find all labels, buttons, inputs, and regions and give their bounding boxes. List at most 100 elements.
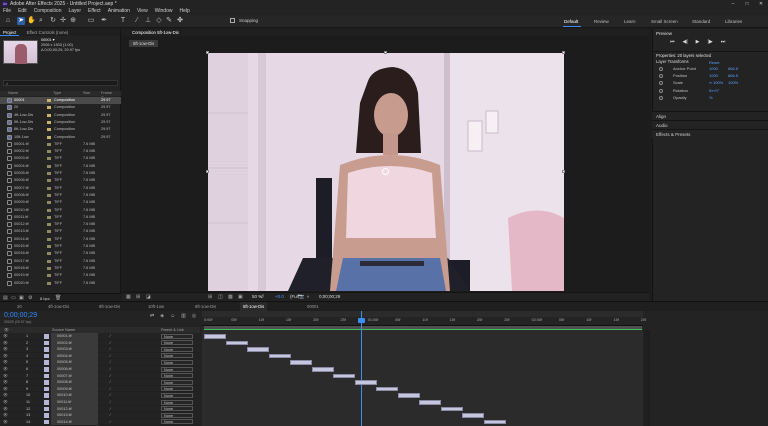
- camera-tool-icon[interactable]: ✢: [59, 17, 67, 25]
- layer-row[interactable]: 👁 9 00009.tif ⁄ None: [0, 385, 200, 393]
- layer-switches[interactable]: ⁄: [110, 373, 138, 380]
- layer-source-name[interactable]: 00002.tif: [51, 339, 98, 347]
- property-value[interactable]: 0x+0°: [709, 88, 719, 94]
- parent-select[interactable]: None: [161, 406, 193, 412]
- layer-source-name[interactable]: 00007.tif: [51, 372, 98, 380]
- roto-brush-tool-icon[interactable]: ✎: [165, 17, 173, 25]
- layer-switches[interactable]: ⁄: [110, 366, 138, 373]
- timeline-tab[interactable]: 20: [14, 302, 25, 311]
- project-item[interactable]: 00009.tif TIFF 7.6 MB: [0, 199, 121, 206]
- parent-select[interactable]: None: [161, 393, 193, 399]
- tab-composition[interactable]: Composition 5ft-1ow-Dis: [132, 30, 179, 35]
- tab-project[interactable]: Project: [0, 30, 20, 36]
- project-item[interactable]: 00002.tif TIFF 7.6 MB: [0, 148, 121, 155]
- col-type[interactable]: Type: [53, 91, 61, 96]
- layer-switches[interactable]: ⁄: [110, 412, 138, 419]
- col-name[interactable]: Name: [8, 91, 18, 96]
- layer-row[interactable]: 👁 11 00011.tif ⁄ None: [0, 399, 200, 406]
- project-item[interactable]: 4ft-1ow-Dis Composition 29.97: [0, 112, 121, 119]
- first-frame-icon[interactable]: ⏮: [670, 38, 675, 46]
- visibility-icon[interactable]: 👁: [3, 406, 8, 413]
- layer-label-color[interactable]: [44, 413, 49, 418]
- layer-source-name[interactable]: 00006.tif: [51, 366, 98, 373]
- property-value[interactable]: %: [709, 95, 713, 101]
- project-item[interactable]: 20 Composition 29.97: [0, 104, 121, 111]
- layer-row[interactable]: 👁 12 00012.tif ⁄ None: [0, 405, 200, 413]
- project-item[interactable]: 00007.tif TIFF 7.6 MB: [0, 185, 121, 192]
- property-value[interactable]: 666.5: [728, 66, 738, 72]
- grid-icon[interactable]: ⊞: [208, 294, 212, 300]
- project-item[interactable]: 00006.tif TIFF 7.6 MB: [0, 177, 121, 184]
- mask-icon[interactable]: ◫: [218, 294, 223, 300]
- selection-tool-icon[interactable]: ➤: [17, 17, 25, 25]
- reset-link[interactable]: Reset: [709, 60, 719, 65]
- layer-source-name[interactable]: 00001.tif: [51, 333, 98, 340]
- property-value[interactable]: ∞ 100%: [709, 80, 723, 86]
- visibility-icon[interactable]: 👁: [3, 346, 8, 353]
- project-item[interactable]: 00016.tif TIFF 7.6 MB: [0, 250, 121, 257]
- timeline-scrollbar[interactable]: [644, 330, 650, 426]
- layer-duration-bar[interactable]: [268, 353, 291, 359]
- align-section[interactable]: Align: [652, 111, 768, 120]
- layer-row[interactable]: 👁 13 00013.tif ⁄ None: [0, 412, 200, 419]
- eraser-tool-icon[interactable]: ◇: [155, 17, 163, 25]
- layer-label-color[interactable]: [44, 360, 49, 365]
- project-item[interactable]: 00018.tif TIFF 7.6 MB: [0, 265, 121, 272]
- parent-select[interactable]: None: [161, 379, 193, 385]
- menu-file[interactable]: File: [3, 8, 11, 15]
- layer-switches[interactable]: ⁄: [110, 386, 138, 393]
- project-item[interactable]: 00015.tif TIFF 7.6 MB: [0, 243, 121, 250]
- clone-stamp-tool-icon[interactable]: ⊥: [144, 17, 152, 25]
- layer-row[interactable]: 👁 5 00005.tif ⁄ None: [0, 359, 200, 366]
- last-frame-icon[interactable]: ⏭: [721, 38, 726, 46]
- parent-select[interactable]: None: [161, 346, 193, 352]
- label-color-tag[interactable]: [47, 179, 51, 183]
- visibility-icon[interactable]: 👁: [3, 412, 8, 419]
- project-item[interactable]: 00012.tif TIFF 7.6 MB: [0, 221, 121, 228]
- layer-label-color[interactable]: [44, 380, 49, 385]
- workspace-standard[interactable]: Standard: [692, 15, 710, 28]
- playhead-line[interactable]: [361, 311, 362, 426]
- layer-row[interactable]: 👁 10 00010.tif ⁄ None: [0, 392, 200, 399]
- label-color-tag[interactable]: [47, 245, 51, 248]
- composition-chip[interactable]: 5ft-1ow-Dis: [129, 40, 159, 47]
- parent-select[interactable]: None: [161, 333, 193, 339]
- col-size[interactable]: Size: [83, 91, 90, 96]
- label-color-tag[interactable]: [47, 259, 51, 263]
- snapshot-icon[interactable]: 📷: [298, 294, 304, 300]
- layer-duration-bar[interactable]: [419, 400, 441, 405]
- project-item[interactable]: 00017.tif TIFF 7.6 MB: [0, 258, 121, 265]
- layer-row[interactable]: 👁 14 00014.tif ⁄ None: [0, 418, 200, 426]
- exposure-value[interactable]: +0.0: [275, 294, 284, 299]
- stopwatch-icon[interactable]: [659, 67, 663, 71]
- project-search-input[interactable]: ⌕: [3, 80, 118, 86]
- layer-label-color[interactable]: [44, 393, 49, 398]
- audio-section[interactable]: Audio: [652, 120, 768, 129]
- layer-source-name[interactable]: 00008.tif: [51, 379, 98, 386]
- project-item[interactable]: 00005.tif TIFF 7.6 MB: [0, 170, 121, 177]
- visibility-icon[interactable]: 👁: [3, 333, 8, 340]
- project-item[interactable]: 00003.tif TIFF 7.6 MB: [0, 155, 121, 162]
- visibility-icon[interactable]: 👁: [3, 386, 8, 393]
- layer-row[interactable]: 👁 2 00002.tif ⁄ None: [0, 339, 200, 347]
- menu-layer[interactable]: Layer: [68, 8, 81, 15]
- layer-row[interactable]: 👁 7 00007.tif ⁄ None: [0, 372, 200, 380]
- visibility-icon[interactable]: 👁: [3, 419, 8, 426]
- label-color-tag[interactable]: [47, 128, 51, 132]
- next-frame-icon[interactable]: |▶: [708, 38, 713, 46]
- property-value[interactable]: 1000: [709, 73, 718, 79]
- anchor-point-icon[interactable]: [382, 168, 389, 175]
- property-value[interactable]: 1000: [709, 66, 718, 72]
- layer-duration-bar[interactable]: [311, 367, 334, 372]
- timeline-tab[interactable]: 10ft-1ow: [145, 302, 167, 311]
- menu-effect[interactable]: Effect: [88, 8, 101, 15]
- property-value[interactable]: 666.5: [728, 73, 738, 79]
- project-item[interactable]: 00013.tif TIFF 7.6 MB: [0, 228, 121, 235]
- layer-row[interactable]: 👁 4 00004.tif ⁄ None: [0, 352, 200, 360]
- layer-row[interactable]: 👁 3 00003.tif ⁄ None: [0, 346, 200, 353]
- shy-layers-icon[interactable]: ☺: [170, 313, 175, 319]
- home-icon[interactable]: ⌂: [4, 17, 12, 25]
- label-color-tag[interactable]: [47, 208, 51, 212]
- type-tool-icon[interactable]: T: [119, 17, 127, 25]
- prev-frame-icon[interactable]: ◀|: [683, 38, 688, 46]
